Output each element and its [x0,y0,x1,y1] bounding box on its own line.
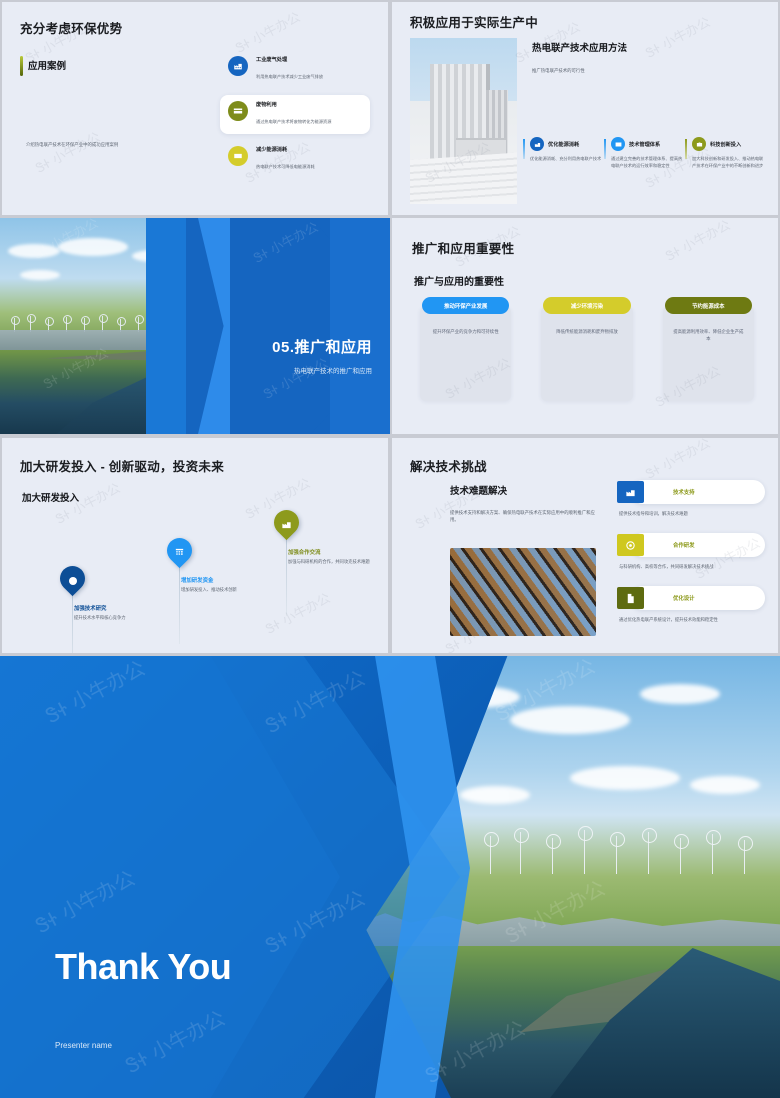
briefcase-icon [692,137,706,151]
item-title: 技术支持 [673,490,695,496]
list-item-desc: 通过热电联产技术将废物转化为能源资源 [256,119,332,124]
item-desc: 提供技术指导和培训，解决技术难题 [619,511,688,516]
column-desc: 加大科技创新和研发投入、推动热电联产技术在环保产业中的不断创新和进步 [692,156,764,168]
item-title: 优化设计 [673,596,695,603]
factory-icon [228,56,248,76]
target-icon [617,534,644,557]
column-item[interactable]: 技术管理体系 通过建立完善的技术管理体系、提高热电联产技术的运行效率和稳定性 [604,137,685,169]
status-badge: 推动环保产业发展 [422,297,510,314]
section-heading: 热电联产技术应用方法 [532,43,628,54]
column-title: 优化能源消耗 [548,141,580,148]
page-title: 解决技术挑战 [410,460,487,474]
status-badge: 节约能源成本 [664,297,752,314]
slide-rnd-investment[interactable]: 加大研发投入 - 创新驱动，投资未来 加大研发投入 加强技术研究 提升技术水平和… [2,438,388,653]
slide-section-divider[interactable]: 05.推广和应用 热电联产技术的推广和应用 ᏕᏐ 小牛办公 ᏕᏐ 小牛办公 ᏕᏐ… [0,218,390,434]
list-item[interactable]: 减少环境污染 降低传统能源消耗和废弃物排放 [541,297,633,401]
slide-practical-application[interactable]: 积极应用于实际生产中 热电联产技术应用方法 推广热电联产技术的可行性 优化能源消… [392,2,778,215]
list-item[interactable]: 节约能源成本 提高能源利用效率、降低企业生产成本 [662,297,754,401]
slide-deck-overview: 充分考虑环保优势 应用案例 介绍热电联产技术在环保产业中的成功应用案例 工业废气… [0,0,780,1098]
page-title: 充分考虑环保优势 [20,22,123,36]
item-desc: 通过优化热电联产系统设计，提升技术效能和稳定性 [619,617,718,623]
section-title-block: 05.推广和应用 热电联产技术的推广和应用 [272,336,372,375]
factory-icon [268,504,305,541]
list-item[interactable]: 技术支持 提供技术指导和培训，解决技术难题 [617,480,765,517]
list-item[interactable]: 增加研发资金 增加研发投入、推动技术创新 [161,532,277,644]
lead-text: 提供技术支持和解决方案、确保热电联产技术在实际应用中的顺利推广和应用。 [450,510,595,522]
section-heading: 技术难题解决 [450,486,508,497]
section-heading: 加大研发投入 [22,493,80,504]
list-item[interactable]: 合作研发 与科研机构、高校等合作，共同研发解决技术挑战 [617,533,765,570]
accent-bar [20,56,23,76]
section-heading: 推广与应用的重要性 [414,277,504,288]
list-item[interactable]: 加强技术研究 提升技术水平和核心竞争力 [54,560,170,653]
list-item-title: 废物利用 [256,102,277,108]
column-item[interactable]: 优化能源消耗 优化能源消耗、充分利用热电联产技术 [523,137,604,169]
presenter-name: Presenter name [55,1041,112,1050]
column-item[interactable]: 科技创新投入 加大科技创新和研发投入、推动热电联产技术在环保产业中的不断创新和进… [685,137,766,169]
feature-list: 工业废气处理 利用热电联产技术减少工业废气排放 废物利用 通过热电联产技术将废物… [220,50,370,185]
node-desc: 增加研发投入、推动技术创新 [181,587,237,592]
column-desc: 优化能源消耗、充分利用热电联产技术 [530,156,602,161]
node-title: 加强技术研究 [74,606,107,612]
node-desc: 提升技术水平和核心竞争力 [74,615,126,620]
section-label: 应用案例 [28,61,67,72]
footnote-text: 介绍热电联产技术在环保产业中的成功应用案例 [26,142,119,147]
challenge-list: 技术支持 提供技术指导和培训，解决技术难题 合作研发 与科研机构、高校等合作，共… [617,480,765,639]
slide-importance[interactable]: 推广和应用重要性 推广与应用的重要性 推动环保产业发展 提升环保产业的竞争力和可… [392,218,778,434]
node-desc: 加强与科研机构的合作，共同攻克技术难题 [288,559,370,564]
chart-icon [161,532,198,569]
card-desc: 提升环保产业的竞争力和可持续性 [432,329,499,334]
page-title: 推广和应用重要性 [412,242,515,256]
section-subtitle: 热电联产技术的推广和应用 [294,368,372,375]
card-desc: 提高能源利用效率、降低企业生产成本 [673,329,744,342]
slide-thank-you[interactable]: Thank You Presenter name ᏕᏐ 小牛办公 ᏕᏐ 小牛办公… [0,656,780,1098]
thank-you-title: Thank You [55,946,232,987]
target-icon [54,560,91,597]
factory-icon [530,137,544,151]
card-group: 推动环保产业发展 提升环保产业的竞争力和可持续性 减少环境污染 降低传统能源消耗… [420,297,754,401]
list-item[interactable]: 优化设计 通过优化热电联产系统设计，提升技术效能和稳定性 [617,586,765,623]
list-item[interactable]: 废物利用 通过热电联产技术将废物转化为能源资源 [220,95,370,134]
page-title: 积极应用于实际生产中 [410,16,539,30]
document-icon [617,587,644,610]
lead-text: 推广热电联产技术的可行性 [532,68,585,73]
list-item[interactable]: 加强合作交流 加强与科研机构的合作，共同攻克技术难题 [268,504,384,616]
list-item[interactable]: 减少能源消耗 热电联产技术可降低电能源消耗 [220,140,370,179]
status-badge: 减少环境污染 [543,297,631,314]
energy-icon [228,146,248,166]
list-item-title: 减少能源消耗 [256,147,288,153]
item-title: 合作研发 [673,543,695,550]
recycle-icon [228,101,248,121]
timeline: 加强技术研究 提升技术水平和核心竞争力 增加研发资金 增加研发投入、推动技术创新 [12,504,378,653]
factory-icon [617,481,644,503]
industrial-building-photo [410,38,517,204]
list-item-title: 工业废气处理 [256,57,288,63]
column-desc: 通过建立完善的技术管理体系、提高热电联产技术的运行效率和稳定性 [611,156,683,168]
chevron-fill [330,218,390,434]
page-title: 加大研发投入 - 创新驱动，投资未来 [20,460,225,474]
item-desc: 与科研机构、高校等合作，共同研发解决技术挑战 [619,564,714,570]
column-group: 优化能源消耗 优化能源消耗、充分利用热电联产技术 技术管理体系 通过建立完善的技… [523,137,766,169]
card-desc: 降低传统能源消耗和废弃物排放 [556,329,618,334]
slide-eco-advantages[interactable]: 充分考虑环保优势 应用案例 介绍热电联产技术在环保产业中的成功应用案例 工业废气… [2,2,388,215]
slide-tech-challenges[interactable]: 解决技术挑战 技术难题解决 提供技术支持和解决方案、确保热电联产技术在实际应用中… [392,438,778,653]
section-number-title: 05.推广和应用 [272,339,372,356]
glass-facade-photo [450,548,596,636]
list-item-desc: 利用热电联产技术减少工业废气排放 [256,74,324,79]
list-item-desc: 热电联产技术可降低电能源消耗 [256,164,315,169]
column-title: 科技创新投入 [710,141,742,148]
node-title: 增加研发资金 [181,578,214,584]
list-item[interactable]: 工业废气处理 利用热电联产技术减少工业废气排放 [220,50,370,89]
node-title: 加强合作交流 [288,550,321,556]
mail-icon [611,137,625,151]
list-item[interactable]: 推动环保产业发展 提升环保产业的竞争力和可持续性 [420,297,512,401]
column-title: 技术管理体系 [629,141,661,148]
